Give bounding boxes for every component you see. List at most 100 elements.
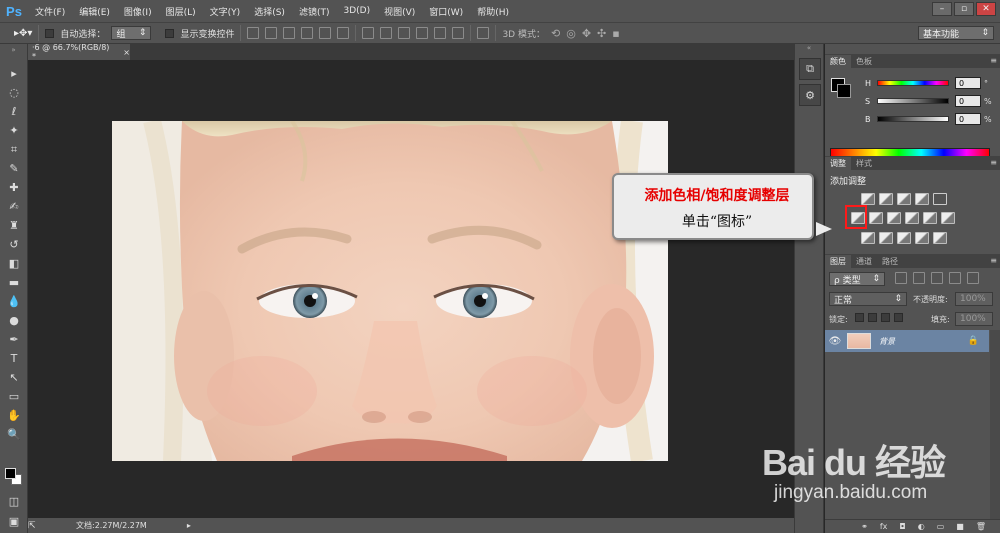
filter-smart-icon[interactable]: [967, 272, 979, 284]
saturation-slider[interactable]: [877, 98, 949, 104]
brush-tool-icon[interactable]: ✍: [0, 197, 28, 216]
panel-menu-icon[interactable]: ≡: [990, 56, 997, 65]
status-menu-icon[interactable]: ⇱: [28, 521, 42, 531]
3d-drag-icon[interactable]: ✥: [582, 27, 591, 40]
color-lookup-icon[interactable]: [941, 212, 955, 224]
brightness-contrast-icon[interactable]: [861, 193, 875, 205]
fill-field[interactable]: 100%: [955, 312, 993, 326]
3d-scale-icon[interactable]: ▪: [612, 27, 619, 40]
gradient-map-icon[interactable]: [933, 232, 947, 244]
lock-pixels-icon[interactable]: [868, 313, 877, 322]
auto-select-checkbox[interactable]: [45, 28, 55, 38]
distribute-right-icon[interactable]: [452, 27, 465, 39]
brightness-slider[interactable]: [877, 116, 949, 122]
clone-stamp-tool-icon[interactable]: ♜: [0, 216, 28, 235]
move-tool-icon[interactable]: ▸: [0, 64, 28, 83]
3d-rotate-icon[interactable]: ⟲: [551, 27, 560, 40]
new-group-icon[interactable]: ▭: [937, 522, 945, 531]
add-mask-icon[interactable]: ◘: [899, 522, 905, 531]
posterize-icon[interactable]: [879, 232, 893, 244]
align-top-icon[interactable]: [247, 27, 260, 39]
lock-position-icon[interactable]: [881, 313, 890, 322]
status-arrow-icon[interactable]: ▸: [187, 521, 191, 530]
new-layer-icon[interactable]: ■: [956, 522, 964, 531]
menu-3d[interactable]: 3D(D): [336, 6, 377, 16]
saturation-value-field[interactable]: 0: [955, 95, 981, 107]
menu-image[interactable]: 图像(I): [117, 5, 159, 18]
3d-slide-icon[interactable]: ✣: [597, 27, 606, 40]
screen-mode-icon[interactable]: ▣: [0, 512, 28, 531]
align-hcenter-icon[interactable]: [319, 27, 332, 39]
distribute-hcenter-icon[interactable]: [434, 27, 447, 39]
crop-tool-icon[interactable]: ⌗: [0, 140, 28, 159]
opacity-field[interactable]: 100%: [955, 292, 993, 306]
menu-filter[interactable]: 滤镜(T): [292, 5, 337, 18]
hue-slider-row[interactable]: H 0 °: [865, 76, 995, 90]
healing-brush-tool-icon[interactable]: ✚: [0, 178, 28, 197]
menu-type[interactable]: 文字(Y): [203, 5, 248, 18]
zoom-tool-icon[interactable]: 🔍: [0, 425, 28, 444]
hue-value-field[interactable]: 0: [955, 77, 981, 89]
layer-row-background[interactable]: 👁 背景 🔒: [825, 330, 989, 352]
tab-paths[interactable]: 路径: [877, 255, 903, 268]
dodge-tool-icon[interactable]: ●: [0, 311, 28, 330]
layer-thumbnail[interactable]: [847, 333, 871, 349]
workspace-dropdown[interactable]: 基本功能 ⇕: [918, 26, 994, 40]
tab-channels[interactable]: 通道: [851, 255, 877, 268]
tab-styles[interactable]: 样式: [851, 157, 877, 170]
delete-layer-icon[interactable]: 🗑: [976, 522, 986, 531]
tab-layers[interactable]: 图层: [825, 255, 851, 268]
rectangle-tool-icon[interactable]: ▭: [0, 387, 28, 406]
layer-name[interactable]: 背景: [879, 336, 895, 347]
distribute-bottom-icon[interactable]: [398, 27, 411, 39]
close-button[interactable]: ✕: [976, 2, 996, 16]
eyedropper-tool-icon[interactable]: ✎: [0, 159, 28, 178]
threshold-icon[interactable]: [897, 232, 911, 244]
tab-swatches[interactable]: 色板: [851, 55, 877, 68]
history-brush-tool-icon[interactable]: ↺: [0, 235, 28, 254]
marquee-tool-icon[interactable]: ◌: [0, 83, 28, 102]
brightness-slider-row[interactable]: B 0 %: [865, 112, 995, 126]
pen-tool-icon[interactable]: ✒: [0, 330, 28, 349]
align-left-icon[interactable]: [301, 27, 314, 39]
align-vcenter-icon[interactable]: [265, 27, 278, 39]
auto-select-dropdown[interactable]: 组 ⇕: [111, 26, 152, 40]
menu-select[interactable]: 选择(S): [247, 5, 292, 18]
color-swatches[interactable]: [5, 468, 23, 486]
menu-layer[interactable]: 图层(L): [159, 5, 203, 18]
photo-filter-icon[interactable]: [905, 212, 919, 224]
dock-collapse-icon[interactable]: «: [795, 44, 823, 54]
menu-view[interactable]: 视图(V): [377, 5, 422, 18]
exposure-icon[interactable]: [915, 193, 929, 205]
black-white-icon[interactable]: [887, 212, 901, 224]
blend-mode-dropdown[interactable]: 正常 ⇕: [829, 292, 907, 306]
distribute-left-icon[interactable]: [416, 27, 429, 39]
color-balance-icon[interactable]: [869, 212, 883, 224]
menu-edit[interactable]: 编辑(E): [72, 5, 117, 18]
layer-filter-dropdown[interactable]: ρ 类型 ⇕: [829, 272, 885, 286]
filter-type-icon[interactable]: [931, 272, 943, 284]
layers-scrollbar[interactable]: [990, 330, 1000, 520]
quick-mask-icon[interactable]: ◫: [0, 492, 28, 511]
align-bottom-icon[interactable]: [283, 27, 296, 39]
move-tool-preset-icon[interactable]: ▸✥▾: [14, 28, 32, 39]
distribute-top-icon[interactable]: [362, 27, 375, 39]
restore-button[interactable]: ▫: [954, 2, 974, 16]
align-right-icon[interactable]: [337, 27, 350, 39]
invert-icon[interactable]: [861, 232, 875, 244]
close-tab-icon[interactable]: ×: [123, 48, 130, 57]
curves-icon[interactable]: [897, 193, 911, 205]
tab-color[interactable]: 颜色: [825, 55, 851, 68]
quick-select-tool-icon[interactable]: ✦: [0, 121, 28, 140]
tab-adjustments[interactable]: 调整: [825, 157, 851, 170]
auto-align-icon[interactable]: [477, 27, 490, 39]
selective-color-icon[interactable]: [915, 232, 929, 244]
visibility-eye-icon[interactable]: 👁: [825, 336, 845, 347]
vibrance-icon[interactable]: [933, 193, 947, 205]
path-select-tool-icon[interactable]: ↖: [0, 368, 28, 387]
filter-pixel-icon[interactable]: [895, 272, 907, 284]
link-layers-icon[interactable]: ⚭: [861, 522, 868, 531]
distribute-vcenter-icon[interactable]: [380, 27, 393, 39]
color-bg-swatch[interactable]: [837, 84, 851, 98]
document-image[interactable]: [112, 121, 668, 461]
